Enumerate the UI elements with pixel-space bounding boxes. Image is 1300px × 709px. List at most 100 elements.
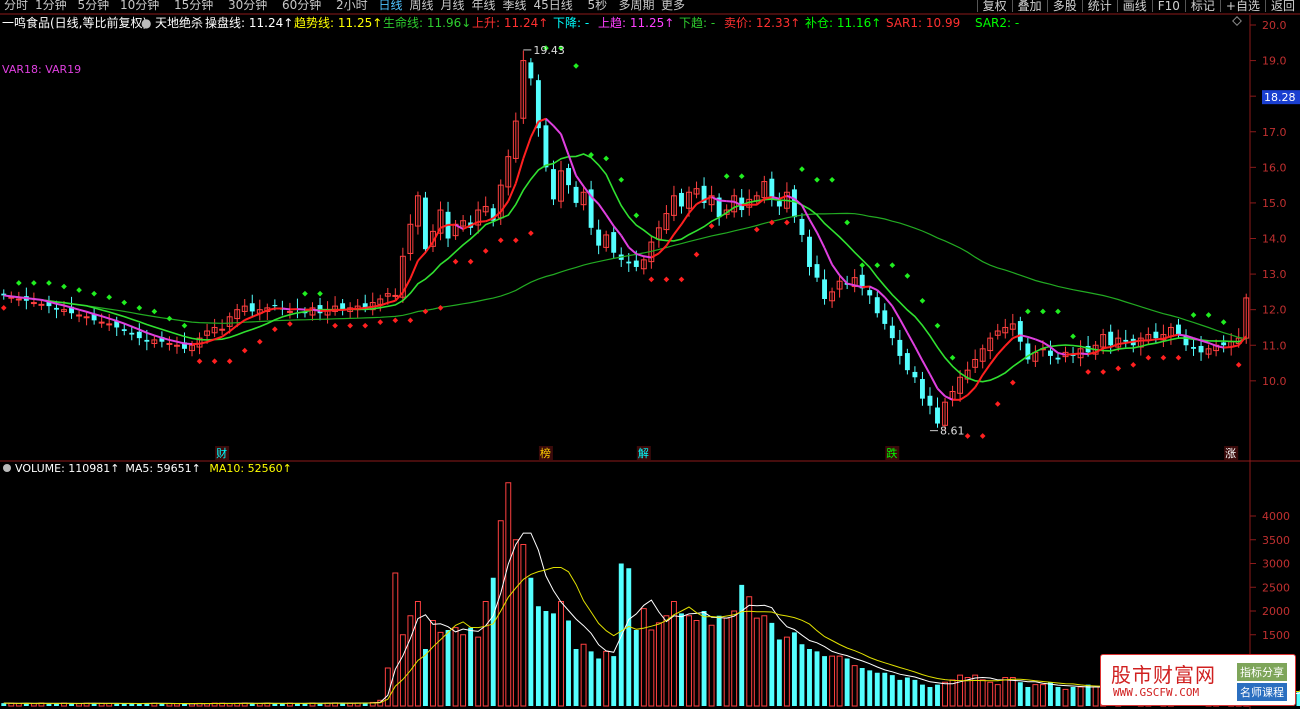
tab-period-1[interactable]: 1分钟 xyxy=(35,0,67,11)
volume-bar-up xyxy=(648,629,655,707)
tab-period-11[interactable]: 年线 xyxy=(472,0,496,11)
volume-bar-up xyxy=(723,617,730,707)
sar-dot xyxy=(437,305,444,311)
toolbar-button-6[interactable]: 标记 xyxy=(1184,0,1220,12)
trend-line-segment xyxy=(831,264,841,276)
trend-line-segment xyxy=(33,297,42,301)
tab-period-10[interactable]: 月线 xyxy=(441,0,465,11)
candle-body-up xyxy=(98,321,105,324)
trend-line-segment xyxy=(1208,341,1217,347)
trend-line-segment xyxy=(1004,337,1014,347)
toolbar-button-5[interactable]: F10 xyxy=(1151,0,1185,12)
toolbar-button-0[interactable]: 复权 xyxy=(976,0,1012,12)
tab-period-14[interactable]: 5秒 xyxy=(588,0,608,11)
sar-dot xyxy=(784,219,790,226)
volume-bar-down xyxy=(912,679,918,706)
trend-line-segment xyxy=(221,330,231,338)
trend-line-segment xyxy=(862,285,870,289)
trend-line-segment xyxy=(123,322,133,328)
volume-bar-down xyxy=(272,703,278,706)
toolbar-button-3[interactable]: 统计 xyxy=(1081,0,1117,12)
tab-period-13[interactable]: 45日线 xyxy=(534,0,573,11)
trend-line-segment xyxy=(816,232,826,249)
tab-period-6[interactable]: 60分钟 xyxy=(282,0,321,11)
volume-bar-up xyxy=(520,544,527,707)
sar-dot xyxy=(919,297,926,304)
toolbar-button-7[interactable]: +自选 xyxy=(1219,0,1265,12)
volume-bar-down xyxy=(294,703,300,706)
volume-bar-down xyxy=(739,584,745,706)
tab-period-5[interactable]: 30分钟 xyxy=(228,0,267,11)
trend-line-segment xyxy=(357,306,366,310)
toolbar-button-2[interactable]: 多股 xyxy=(1046,0,1082,12)
volume-bar-up xyxy=(475,636,482,707)
stock-title: 一鸣食品(日线,等比前复权) xyxy=(2,16,148,30)
sar-dot xyxy=(1040,308,1046,315)
tab-period-0[interactable]: 分时 xyxy=(4,0,28,11)
candle-body-down xyxy=(272,305,278,307)
var-label: VAR18: VAR19 xyxy=(2,63,81,76)
candle-body-down xyxy=(874,297,880,314)
candle-body-down xyxy=(897,339,903,356)
toolbar-button-1[interactable]: 叠加 xyxy=(1011,0,1047,12)
trend-line-segment xyxy=(401,278,412,293)
tab-period-8[interactable]: 日线 xyxy=(379,0,403,11)
sar-dot xyxy=(648,276,655,283)
volume-bar-up xyxy=(399,634,406,707)
trend-line-segment xyxy=(643,255,652,259)
trend-line-segment xyxy=(884,296,894,307)
indicator-value-1: 趋势线: 11.25↑ xyxy=(294,16,383,30)
toolbar-button-8[interactable]: 返回 xyxy=(1264,0,1300,12)
trend-line-segment xyxy=(1215,344,1224,349)
trend-line-segment xyxy=(1080,352,1089,356)
circle-chevron-icon[interactable]: ● xyxy=(141,15,151,31)
trend-line-segment xyxy=(620,234,630,248)
volume-tick-label: 2000 xyxy=(1262,605,1290,618)
volume-bar-down xyxy=(1085,684,1091,706)
volume-bar-down xyxy=(528,577,534,706)
trend-line-segment xyxy=(597,203,607,216)
candle-body-down xyxy=(144,339,150,342)
trend-line-segment xyxy=(726,200,735,203)
sar-dot xyxy=(874,262,881,269)
toolbar-button-4[interactable]: 画线 xyxy=(1116,0,1152,12)
volume-bar-down xyxy=(618,563,624,706)
volume-bar-up xyxy=(512,539,519,707)
signal-label: 财 xyxy=(216,446,227,460)
tab-period-12[interactable]: 季线 xyxy=(503,0,527,11)
tab-period-2[interactable]: 5分钟 xyxy=(78,0,110,11)
candle-body-down xyxy=(249,303,255,312)
trend-line-segment xyxy=(719,199,727,203)
sar-dot xyxy=(1009,379,1016,386)
indicator-value-0: 操盘线: 11.24↑ xyxy=(205,16,294,30)
sar-dot xyxy=(1085,369,1091,375)
trend-line-segment xyxy=(989,353,999,365)
volume-info-1: MA5: 59651↑ xyxy=(125,462,200,475)
tab-period-4[interactable]: 15分钟 xyxy=(174,0,213,11)
logo-name: 股市财富网 xyxy=(1111,663,1216,687)
tab-period-9[interactable]: 周线 xyxy=(410,0,434,11)
volume-bar-up xyxy=(1077,686,1084,707)
indicator-name[interactable]: 天地绝杀 xyxy=(155,15,203,31)
volume-bar-up xyxy=(1092,686,1099,707)
life-line xyxy=(3,153,1247,383)
sar-dot xyxy=(799,166,805,172)
tab-period-3[interactable]: 10分钟 xyxy=(120,0,159,11)
indicator-value-4: 下降: - xyxy=(553,16,590,30)
stock-chart[interactable]: 10.011.012.013.014.015.016.017.018.019.0… xyxy=(0,0,1300,709)
volume-menu-icon[interactable] xyxy=(3,464,11,472)
trend-line-segment xyxy=(478,220,486,223)
candle-body-down xyxy=(1221,342,1227,346)
tab-period-15[interactable]: 多周期 xyxy=(619,0,655,11)
tab-period-7[interactable]: 2小时 xyxy=(336,0,368,11)
volume-bar-up xyxy=(640,608,647,707)
candle-body-down xyxy=(1017,321,1023,342)
tab-period-16[interactable]: 更多 xyxy=(661,0,685,11)
volume-bar-down xyxy=(445,630,451,706)
current-price-label: 18.28 xyxy=(1264,91,1296,104)
trend-line-segment xyxy=(485,217,494,223)
low-marker-label: 8.61 xyxy=(940,425,965,438)
volume-bar-down xyxy=(897,679,903,706)
indicator-value-2: 生命线: 11.96↓ xyxy=(383,16,472,30)
candle-body-up xyxy=(106,323,113,326)
